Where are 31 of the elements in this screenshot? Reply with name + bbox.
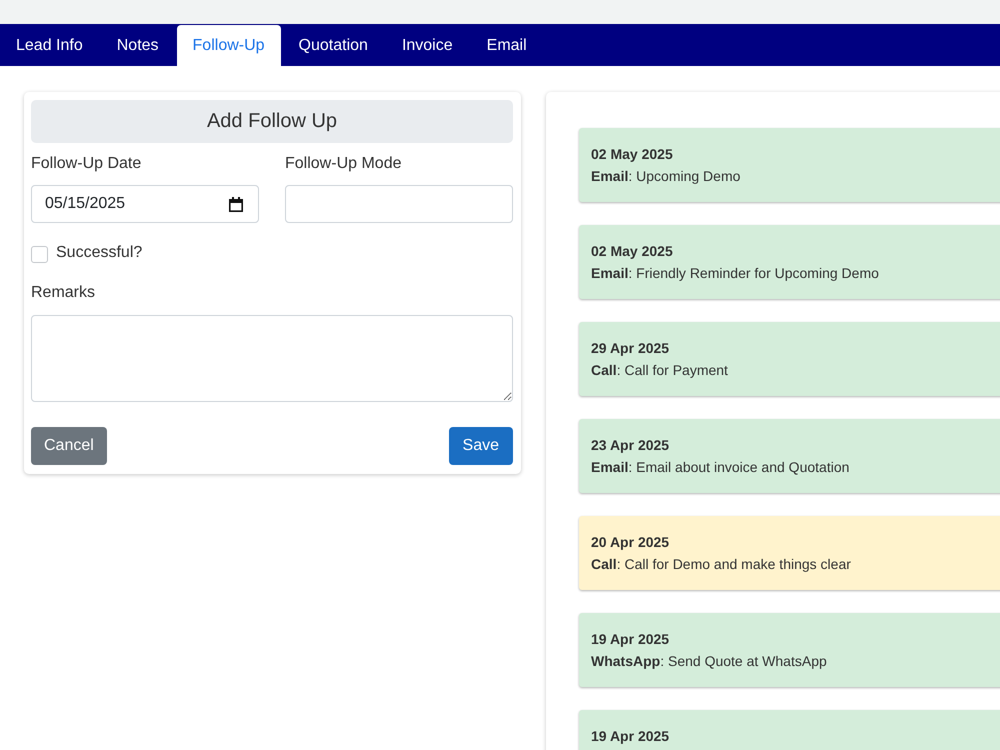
tab[interactable]: Lead Info	[0, 25, 99, 66]
follow-up-text: WhatsApp: Send Quote at WhatsApp	[591, 652, 827, 671]
input-field[interactable]	[285, 185, 513, 223]
tab[interactable]: Quotation	[282, 25, 384, 66]
tab[interactable]: Email	[470, 25, 543, 66]
tab[interactable]: Follow-Up	[176, 25, 281, 66]
cancel-button[interactable]: Cancel	[31, 427, 107, 465]
follow-up-text: Email: Upcoming Demo	[591, 167, 740, 186]
field-label: Follow-Up Date	[31, 154, 142, 174]
follow-up-date: 19 Apr 2025	[591, 727, 670, 746]
checkbox[interactable]	[31, 246, 48, 262]
field-label: Follow-Up Mode	[285, 154, 402, 174]
tab[interactable]: Notes	[100, 25, 175, 66]
follow-up-text: Call: Call for Payment	[591, 361, 728, 380]
form-header: Add Follow Up	[31, 100, 513, 143]
follow-up-date: 02 May 2025	[591, 145, 673, 164]
follow-up-text: Email: Email about invoice and Quotation	[591, 458, 850, 477]
save-button[interactable]: Save	[448, 427, 513, 465]
field-label: Remarks	[31, 283, 96, 303]
follow-up-date: 02 May 2025	[591, 242, 673, 261]
follow-up-text: Email: Friendly Reminder for Upcoming Demo	[591, 264, 879, 283]
remarks-field[interactable]	[31, 315, 513, 402]
date-field[interactable]: 05/15/2025	[31, 185, 259, 223]
follow-up-text: Call: Call for Demo and make things clear	[591, 555, 851, 574]
follow-up-date: 23 Apr 2025	[591, 436, 670, 455]
checkbox-label: Successful?	[56, 244, 142, 262]
follow-up-date: 19 Apr 2025	[591, 630, 670, 649]
follow-up-date: 20 Apr 2025	[591, 533, 670, 552]
calendar-icon[interactable]	[229, 196, 243, 212]
tab[interactable]: Invoice	[386, 25, 469, 66]
follow-up-date: 29 Apr 2025	[591, 339, 670, 358]
